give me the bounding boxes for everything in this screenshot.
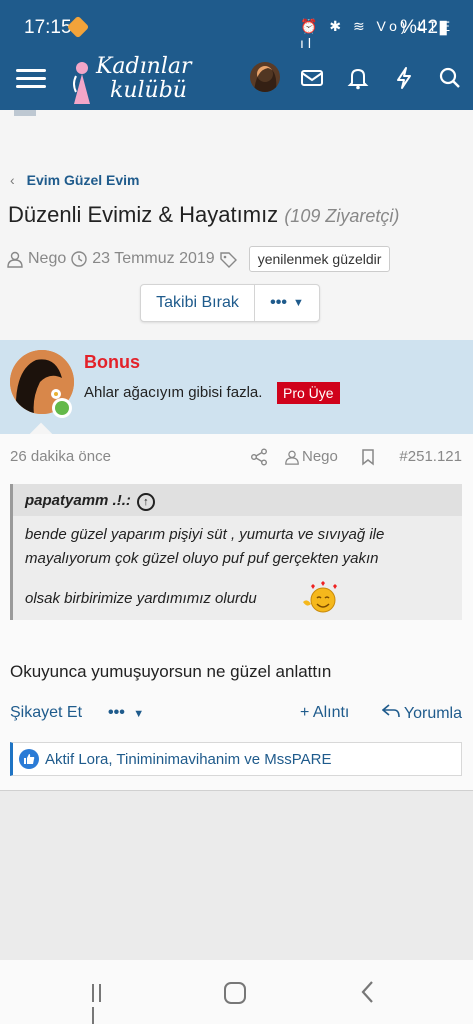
- post-number[interactable]: #251.121: [399, 448, 462, 465]
- user-badge: Pro Üye: [277, 382, 340, 404]
- thread-tag[interactable]: yenilenmek güzeldir: [248, 246, 391, 272]
- search-icon[interactable]: [436, 64, 464, 92]
- logo-text-top: Kadınlar: [96, 54, 192, 79]
- post-body: 26 dakika önce Nego #251.121 papatyamm .…: [0, 434, 473, 790]
- chevron-left-icon: ‹: [10, 172, 15, 188]
- quote-header[interactable]: papatyamm .!.: ↑: [13, 484, 462, 516]
- logo-figure-icon: [73, 62, 90, 104]
- notifications-bell-icon[interactable]: [344, 64, 372, 92]
- tags-icon: [220, 252, 237, 268]
- status-time: 17:15: [24, 17, 72, 38]
- back-icon[interactable]: [360, 980, 376, 1004]
- thread-author[interactable]: Nego: [28, 250, 66, 268]
- divider: [0, 790, 473, 791]
- app-header: Kadınlar kulübü: [0, 54, 473, 110]
- site-logo[interactable]: Kadınlar kulübü: [66, 54, 196, 110]
- logo-text-bottom: kulübü: [110, 78, 187, 103]
- user-avatar[interactable]: [250, 62, 280, 92]
- status-bar: 17:15 ⏰ ✱ ≋ Vo) LTE ıl %42▮: [0, 0, 473, 54]
- reactions-users[interactable]: Aktif Lora, Tiniminimavihanim ve MssPARE: [45, 751, 331, 768]
- quote-button[interactable]: + Alıntı: [300, 704, 349, 722]
- menu-icon[interactable]: [16, 64, 46, 92]
- quote-block: papatyamm .!.: ↑ bende güzel yaparım pişi…: [10, 484, 462, 620]
- user-icon: [7, 251, 23, 268]
- post-user-header: Bonus Ahlar ağacıyım gibisi fazla. Pro Ü…: [0, 340, 473, 434]
- share-icon[interactable]: [250, 448, 268, 466]
- broken-image-icon: [14, 110, 36, 116]
- post-more-button[interactable]: ••• ▼: [108, 704, 144, 722]
- quote-line-1: bende güzel yaparım pişiyi süt , yumurta…: [25, 526, 385, 543]
- thread-meta: Nego 23 Temmuz 2019 yenilenmek güzeldir: [6, 246, 391, 272]
- unfollow-button[interactable]: Takibi Bırak: [141, 285, 255, 321]
- quote-author: papatyamm .!.:: [25, 492, 131, 509]
- reactions-bar[interactable]: Aktif Lora, Tiniminimavihanim ve MssPARE: [10, 742, 462, 776]
- system-nav-bar: [0, 960, 473, 1024]
- post-more-label: •••: [108, 704, 125, 721]
- more-dots-label: •••: [270, 294, 287, 311]
- view-count: (109 Ziyaretçi): [284, 206, 400, 226]
- breadcrumb[interactable]: ‹ Evim Güzel Evim: [10, 172, 140, 188]
- post-username[interactable]: Bonus: [84, 352, 140, 373]
- quote-line-3: olsak birbirimize yardımımız olurdu: [25, 590, 257, 607]
- thread-date[interactable]: 23 Temmuz 2019: [92, 250, 214, 268]
- whats-new-bolt-icon[interactable]: [390, 64, 418, 92]
- report-button[interactable]: Şikayet Et: [10, 704, 82, 722]
- bookmark-icon[interactable]: [360, 448, 376, 466]
- reply-label: Yorumla: [403, 705, 462, 722]
- user-icon: [285, 450, 299, 465]
- battery-indicator: %42▮: [400, 17, 449, 38]
- reply-arrow-icon: [381, 704, 400, 718]
- post-meta-user[interactable]: Nego: [284, 448, 338, 465]
- arrow-up-icon[interactable]: ↑: [136, 493, 155, 511]
- page-title: Düzenli Evimiz & Hayatımız (109 Ziyaretç…: [8, 202, 399, 228]
- page-content: ‹ Evim Güzel Evim Düzenli Evimiz & Hayatı…: [0, 110, 473, 790]
- post-actions: Şikayet Et ••• ▼ + Alıntı Yorumla: [10, 704, 462, 728]
- post-time[interactable]: 26 dakika önce: [10, 448, 111, 465]
- clock-icon: [71, 251, 87, 267]
- post-meta-username[interactable]: Nego: [302, 448, 338, 465]
- thread-title-text: Düzenli Evimiz & Hayatımız: [8, 202, 279, 227]
- online-status-icon: [52, 398, 72, 418]
- emoji-with-hearts-icon: [303, 581, 337, 613]
- user-title: Ahlar ağacıyım gibisi fazla.: [84, 384, 263, 401]
- breadcrumb-link[interactable]: Evim Güzel Evim: [27, 172, 140, 188]
- like-icon: [19, 749, 39, 769]
- recent-apps-icon[interactable]: [92, 984, 112, 1024]
- chevron-down-icon: ▼: [292, 297, 304, 309]
- quote-line-2: mayalıyorum çok güzel oluyo puf puf gerç…: [25, 550, 379, 567]
- thread-actions-group: Takibi Bırak ••• ▼: [140, 284, 320, 322]
- home-icon[interactable]: [224, 982, 246, 1004]
- post-message: Okuyunca yumuşuyorsun ne güzel anlattın: [10, 662, 332, 681]
- reply-button[interactable]: Yorumla: [381, 704, 462, 723]
- messages-icon[interactable]: [298, 64, 326, 92]
- chevron-down-icon: ▼: [133, 708, 145, 720]
- thread-more-button[interactable]: ••• ▼: [255, 285, 319, 321]
- post-meta: 26 dakika önce Nego #251.121: [10, 448, 462, 468]
